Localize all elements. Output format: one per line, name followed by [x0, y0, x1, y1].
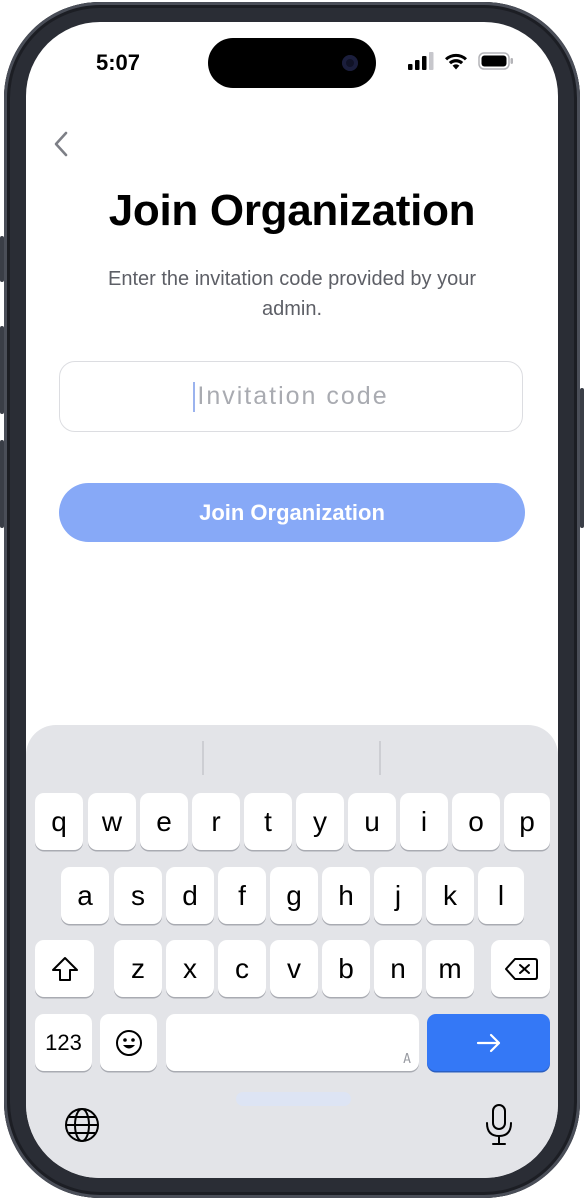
key-t[interactable]: t	[244, 793, 292, 850]
status-icons	[408, 52, 514, 70]
key-label: o	[468, 805, 484, 837]
key-i[interactable]: i	[400, 793, 448, 850]
invitation-code-placeholder: Invitation code	[197, 382, 389, 410]
key-z[interactable]: z	[114, 940, 162, 997]
key-v[interactable]: v	[270, 940, 318, 997]
key-b[interactable]: b	[322, 940, 370, 997]
key-label: z	[131, 952, 145, 984]
back-button[interactable]	[46, 126, 76, 162]
key-o[interactable]: o	[452, 793, 500, 850]
shift-key[interactable]	[35, 940, 94, 997]
arrow-right-icon	[476, 1033, 500, 1052]
join-organization-button[interactable]: Join Organization	[59, 483, 525, 542]
key-label: a	[77, 879, 93, 911]
key-label: l	[497, 879, 505, 911]
key-label: g	[286, 879, 302, 911]
key-label: f	[238, 879, 246, 911]
key-label: q	[51, 805, 67, 837]
side-button-volume-down	[0, 440, 4, 528]
key-p[interactable]: p	[504, 793, 550, 850]
emoji-key[interactable]	[100, 1014, 157, 1071]
key-s[interactable]: s	[114, 867, 162, 924]
key-f[interactable]: f	[218, 867, 266, 924]
camera-icon	[342, 55, 358, 71]
key-k[interactable]: k	[426, 867, 474, 924]
key-label: 123	[45, 1029, 82, 1055]
key-label: w	[101, 805, 123, 837]
shift-icon	[51, 956, 78, 981]
chevron-left-icon	[54, 131, 68, 157]
suggestion-ghost	[236, 1092, 351, 1106]
join-organization-label: Join Organization	[199, 499, 385, 525]
key-c[interactable]: c	[218, 940, 266, 997]
globe-button[interactable]	[62, 1105, 102, 1145]
key-h[interactable]: h	[322, 867, 370, 924]
key-m[interactable]: m	[426, 940, 474, 997]
keyboard: q w e r t y u i o p a s d f g h j k l z …	[26, 725, 558, 1178]
key-label: j	[394, 879, 402, 911]
battery-icon	[478, 52, 513, 70]
status-time: 5:07	[96, 50, 141, 75]
dictation-button[interactable]	[484, 1103, 514, 1147]
microphone-icon	[486, 1104, 512, 1145]
key-label: t	[264, 805, 272, 837]
backspace-icon	[504, 957, 538, 980]
key-l[interactable]: l	[478, 867, 524, 924]
key-label: c	[235, 952, 249, 984]
screen: 5:07 Join Organization Enter the invitat…	[26, 22, 558, 1178]
key-label: m	[438, 952, 462, 984]
key-label: i	[420, 805, 428, 837]
suggestion-divider	[202, 741, 204, 775]
key-j[interactable]: j	[374, 867, 422, 924]
text-caret	[193, 381, 196, 412]
side-button-action	[0, 236, 4, 282]
key-w[interactable]: w	[88, 793, 136, 850]
dynamic-island	[208, 38, 376, 88]
key-label: x	[183, 952, 197, 984]
key-n[interactable]: n	[374, 940, 422, 997]
cellular-signal-icon	[408, 52, 434, 70]
key-u[interactable]: u	[348, 793, 396, 850]
invitation-code-field[interactable]: Invitation code	[59, 361, 523, 432]
numbers-key[interactable]: 123	[35, 1014, 92, 1071]
key-label: n	[390, 952, 406, 984]
key-label: p	[519, 805, 535, 837]
key-g[interactable]: g	[270, 867, 318, 924]
key-d[interactable]: d	[166, 867, 214, 924]
key-label: s	[131, 879, 145, 911]
key-label: d	[182, 879, 198, 911]
key-label: h	[338, 879, 354, 911]
side-button-power	[580, 388, 584, 528]
delete-key[interactable]	[491, 940, 550, 997]
key-x[interactable]: x	[166, 940, 214, 997]
key-label: y	[313, 805, 327, 837]
return-key[interactable]	[427, 1014, 550, 1071]
emoji-icon	[115, 1029, 142, 1056]
space-key[interactable]: A	[166, 1014, 419, 1071]
key-label: e	[156, 805, 172, 837]
key-e[interactable]: e	[140, 793, 188, 850]
key-q[interactable]: q	[35, 793, 83, 850]
page-subtitle: Enter the invitation code provided by yo…	[108, 268, 476, 320]
key-r[interactable]: r	[192, 793, 240, 850]
page-title: Join Organization	[108, 186, 476, 235]
space-hint: A	[403, 1052, 411, 1067]
side-button-volume-up	[0, 326, 4, 414]
key-label: v	[287, 952, 301, 984]
key-a[interactable]: a	[61, 867, 109, 924]
key-label: r	[211, 805, 221, 837]
key-label: b	[338, 952, 354, 984]
suggestion-divider	[379, 741, 381, 775]
key-label: k	[443, 879, 457, 911]
globe-icon	[65, 1108, 99, 1142]
key-y[interactable]: y	[296, 793, 344, 850]
key-label: u	[364, 805, 380, 837]
wifi-icon	[445, 53, 467, 70]
